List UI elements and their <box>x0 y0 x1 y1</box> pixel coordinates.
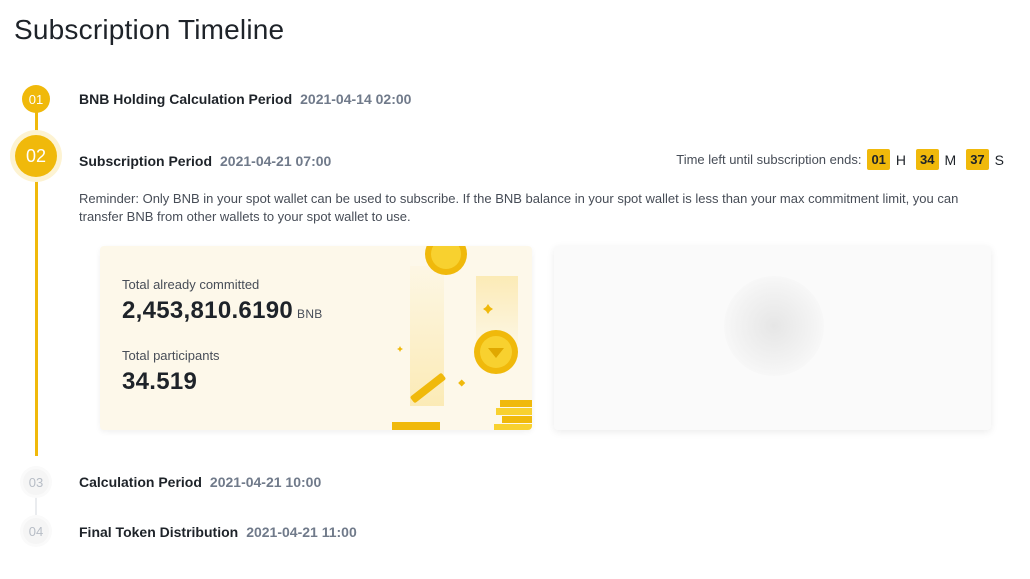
timer-minutes: 34 <box>916 149 939 170</box>
sparkle-icon <box>458 379 466 387</box>
timer-minutes-unit: M <box>944 151 957 168</box>
timer-hours: 01 <box>867 149 890 170</box>
timeline-connector-1 <box>35 110 38 132</box>
blurred-content-card <box>554 246 991 430</box>
reminder-text: Reminder: Only BNB in your spot wallet c… <box>79 191 959 224</box>
step-date: 2021-04-21 11:00 <box>246 524 357 540</box>
countdown-timer: Time left until subscription ends: 01 H … <box>676 149 1008 170</box>
timer-label: Time left until subscription ends: <box>676 152 862 167</box>
committed-value: 2,453,810.6190 <box>122 297 294 324</box>
step-name: BNB Holding Calculation Period <box>79 91 293 107</box>
step-final-distribution: Final Token Distribution 2021-04-21 11:0… <box>79 524 357 540</box>
sparkle-icon <box>397 346 403 352</box>
step-date: 2021-04-14 02:00 <box>300 91 412 107</box>
timeline-connector-2 <box>35 178 38 456</box>
coin-stack-icon <box>494 400 532 430</box>
subscription-stats-card: Total already committed 2,453,810.6190 BN… <box>100 246 532 430</box>
blurred-image <box>724 276 824 376</box>
timer-seconds: 37 <box>966 149 989 170</box>
timeline-connector-3 <box>35 494 37 518</box>
step-holding-period: BNB Holding Calculation Period 2021-04-1… <box>79 91 411 107</box>
step-date: 2021-04-21 07:00 <box>220 153 332 169</box>
timer-hours-unit: H <box>895 151 907 168</box>
step-number-02: 02 <box>15 135 57 177</box>
participants-value: 34.519 <box>122 368 198 395</box>
step-subscription-period: Subscription Period 2021-04-21 07:00 <box>79 153 331 169</box>
committed-label: Total already committed <box>122 277 260 292</box>
step-date: 2021-04-21 10:00 <box>209 474 322 490</box>
participants-label: Total participants <box>122 348 220 363</box>
committed-unit: BNB <box>297 307 323 321</box>
step-name: Final Token Distribution <box>79 524 239 540</box>
coin-stack-icon <box>392 422 440 430</box>
timer-seconds-unit: S <box>994 151 1004 168</box>
step-number-04: 04 <box>23 518 49 544</box>
step-name: Calculation Period <box>79 474 202 490</box>
step-number-01: 01 <box>22 85 50 113</box>
step-calculation-period: Calculation Period 2021-04-21 10:00 <box>79 474 321 490</box>
coin-illustration <box>392 246 532 430</box>
committed-value-row: 2,453,810.6190 BNB <box>122 297 323 325</box>
step-number-03: 03 <box>23 469 49 495</box>
step-name: Subscription Period <box>79 153 213 169</box>
page-title: Subscription Timeline <box>14 14 285 45</box>
